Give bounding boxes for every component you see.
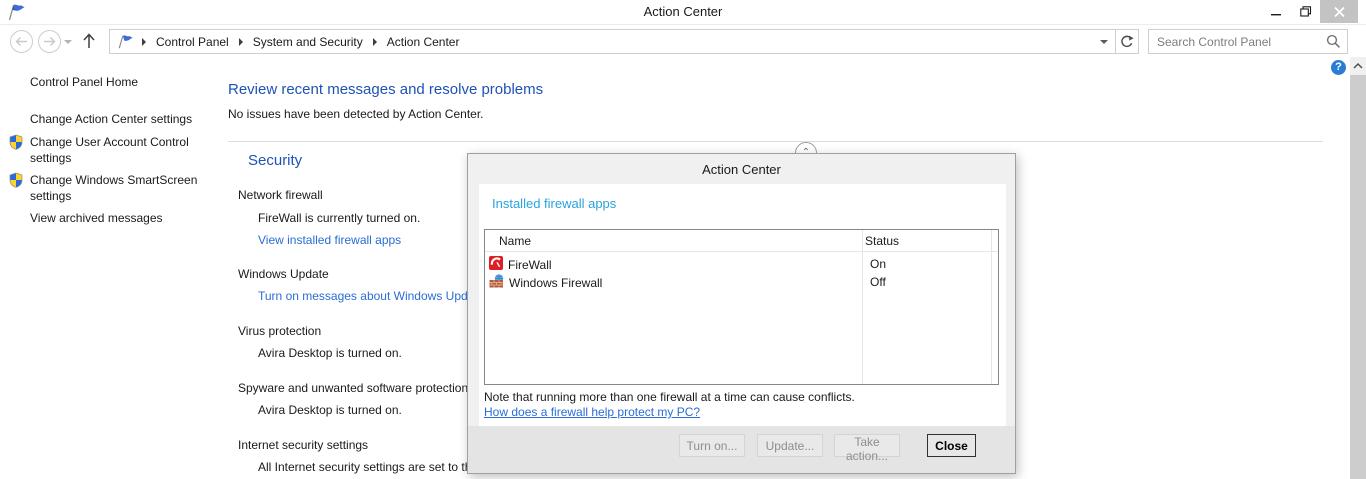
scrollbar-thumb[interactable]: [1350, 75, 1366, 479]
update-button: Update...: [757, 434, 823, 457]
firewall-help-link[interactable]: How does a firewall help protect my PC?: [484, 405, 700, 419]
close-button[interactable]: [1320, 0, 1358, 23]
table-row[interactable]: FireWall On: [485, 255, 998, 273]
column-separator: [862, 230, 863, 384]
internet-security-status-text: All Internet security settings are set t…: [258, 460, 471, 474]
sidebar-item-change-action-center-settings[interactable]: Change Action Center settings: [30, 111, 208, 127]
breadcrumb-separator-icon: [142, 38, 146, 46]
internet-security-settings-label: Internet security settings: [238, 438, 368, 452]
windows-update-label: Windows Update: [238, 267, 329, 281]
avira-firewall-icon: [489, 256, 503, 273]
sidebar-item-view-archived-messages[interactable]: View archived messages: [30, 210, 208, 226]
installed-firewall-apps-heading: Installed firewall apps: [492, 196, 616, 211]
table-header-row: Name Status: [485, 230, 998, 252]
windows-firewall-icon: [489, 274, 504, 291]
uac-shield-icon: [8, 134, 24, 153]
firewall-app-name: FireWall: [508, 258, 552, 272]
table-row[interactable]: Windows Firewall Off: [485, 273, 998, 291]
action-center-dialog: Action Center Installed firewall apps Na…: [467, 153, 1016, 474]
window-title: Action Center: [0, 4, 1366, 19]
back-button[interactable]: [10, 30, 33, 53]
sidebar-item-control-panel-home[interactable]: Control Panel Home: [30, 74, 208, 90]
search-icon[interactable]: [1326, 34, 1341, 52]
scrollbar-up-button[interactable]: [1350, 57, 1366, 74]
minimize-button[interactable]: [1262, 0, 1291, 23]
no-issues-text: No issues have been detected by Action C…: [228, 107, 484, 121]
vertical-scrollbar[interactable]: [1350, 57, 1366, 479]
virus-protection-status-text: Avira Desktop is turned on.: [258, 346, 402, 360]
up-arrow-icon: [82, 33, 96, 49]
view-installed-firewall-apps-link[interactable]: View installed firewall apps: [258, 233, 401, 247]
recent-pages-chevron-icon[interactable]: [64, 40, 72, 44]
forward-arrow-icon: [43, 36, 56, 47]
column-header-name[interactable]: Name: [499, 234, 531, 248]
sidebar-item-change-uac-settings[interactable]: Change User Account Control settings: [30, 134, 208, 166]
dialog-title: Action Center: [468, 162, 1015, 177]
window-titlebar: Action Center: [0, 0, 1366, 25]
virus-protection-label: Virus protection: [238, 324, 321, 338]
breadcrumb-separator-icon: [373, 38, 377, 46]
address-bar[interactable]: Control Panel System and Security Action…: [109, 29, 1139, 54]
turn-on-windows-update-messages-link[interactable]: Turn on messages about Windows Upd: [258, 289, 468, 303]
network-firewall-label: Network firewall: [238, 188, 323, 202]
section-divider: [228, 141, 1323, 142]
breadcrumb-separator-icon: [239, 38, 243, 46]
breadcrumb-item-control-panel[interactable]: Control Panel: [147, 30, 238, 53]
refresh-button[interactable]: [1115, 30, 1138, 53]
refresh-icon: [1120, 35, 1134, 49]
chevron-up-icon: [1352, 62, 1364, 70]
spyware-protection-status-text: Avira Desktop is turned on.: [258, 403, 402, 417]
breadcrumb-item-system-and-security[interactable]: System and Security: [244, 30, 372, 53]
uac-shield-icon: [8, 172, 24, 191]
address-dropdown-button[interactable]: [1093, 30, 1115, 53]
firewall-apps-table: Name Status FireWall On: [484, 229, 999, 385]
sidebar-item-change-smartscreen-settings[interactable]: Change Windows SmartScreen settings: [30, 172, 208, 204]
forward-button[interactable]: [38, 30, 61, 53]
firewall-app-name: Windows Firewall: [509, 276, 602, 290]
help-icon[interactable]: ?: [1331, 60, 1346, 75]
column-separator: [991, 230, 992, 384]
firewall-app-status: On: [870, 257, 886, 271]
restore-button[interactable]: [1291, 0, 1320, 23]
firewall-app-status: Off: [870, 275, 886, 289]
turn-on-button: Turn on...: [679, 434, 745, 457]
spyware-protection-label: Spyware and unwanted software protection: [238, 381, 468, 395]
take-action-button: Take action...: [834, 434, 900, 457]
security-section-title: Security: [248, 152, 302, 169]
firewall-status-text: FireWall is currently turned on.: [258, 211, 420, 225]
search-box[interactable]: [1148, 29, 1348, 54]
firewall-conflict-note: Note that running more than one firewall…: [484, 390, 855, 404]
dialog-button-bar: Turn on... Update... Take action... Clos…: [468, 426, 1015, 473]
close-dialog-button[interactable]: Close: [927, 434, 976, 457]
column-header-status[interactable]: Status: [865, 234, 899, 248]
breadcrumb-item-action-center[interactable]: Action Center: [378, 30, 469, 53]
search-input[interactable]: [1157, 30, 1322, 53]
navigation-bar: Control Panel System and Security Action…: [0, 26, 1366, 57]
back-arrow-icon: [15, 36, 28, 47]
up-button[interactable]: [78, 29, 100, 53]
page-title: Review recent messages and resolve probl…: [228, 81, 543, 98]
breadcrumb-flag-icon: [110, 34, 134, 50]
chevron-down-icon: [1100, 40, 1108, 44]
